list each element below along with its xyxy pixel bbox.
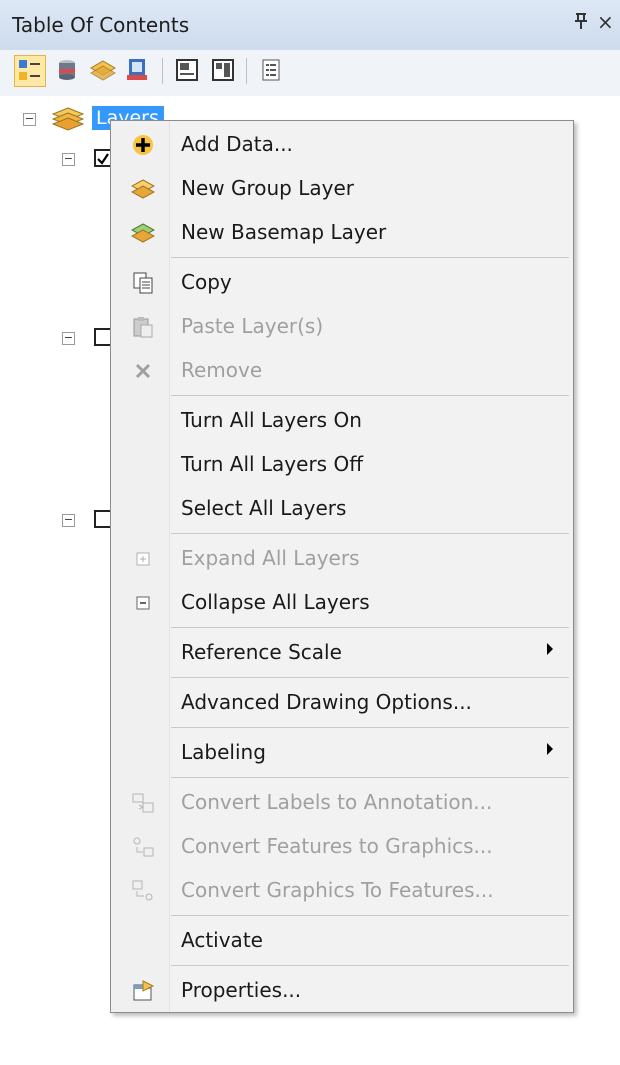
list-by-visibility-icon <box>90 60 116 81</box>
layer-1-toggle[interactable]: − <box>62 153 75 166</box>
menu-separator <box>171 533 569 534</box>
toolbar-separator <box>246 58 247 84</box>
layers-dataframe-icon <box>51 107 85 131</box>
expand-icon <box>131 547 155 571</box>
plus-icon <box>131 133 155 157</box>
menu-item-select-all-layers[interactable]: Select All Layers <box>111 489 573 529</box>
pin-icon[interactable] <box>573 12 589 35</box>
menu-item-new-basemap-layer[interactable]: New Basemap Layer <box>111 213 573 253</box>
menu-item-collapse-all-layers[interactable]: Collapse All Layers <box>111 583 573 623</box>
menu-separator <box>171 627 569 628</box>
menu-separator <box>171 777 569 778</box>
options-icon <box>176 59 198 81</box>
basemap-layer-icon <box>130 221 156 245</box>
menu-item-convert-graphics-to-features[interactable]: Convert Graphics To Features... <box>111 871 573 911</box>
menu-item-turn-all-layers-on[interactable]: Turn All Layers On <box>111 401 573 441</box>
menu-separator <box>171 727 569 728</box>
menu-item-expand-all-layers[interactable]: Expand All Layers <box>111 539 573 579</box>
close-icon[interactable]: × <box>597 10 614 34</box>
layer-2-toggle[interactable]: − <box>62 332 75 345</box>
convert-graphics-icon <box>131 879 155 903</box>
paste-icon <box>131 315 155 339</box>
properties-icon <box>131 979 155 1003</box>
window-title: Table Of Contents <box>12 13 190 37</box>
copy-icon <box>131 271 155 295</box>
menu-separator <box>171 915 569 916</box>
context-menu: Add Data... New Group Layer New Basemap … <box>110 120 574 1013</box>
menu-item-add-data[interactable]: Add Data... <box>111 125 573 165</box>
menu-item-remove[interactable]: Remove <box>111 351 573 391</box>
menu-item-copy[interactable]: Copy <box>111 263 573 303</box>
toolbar-separator <box>162 58 163 84</box>
list-by-source-icon <box>59 60 75 80</box>
options-button[interactable] <box>172 55 204 87</box>
menu-item-new-group-layer[interactable]: New Group Layer <box>111 169 573 209</box>
list-by-selection-button[interactable] <box>123 55 155 87</box>
list-view-button[interactable] <box>256 55 288 87</box>
menu-separator <box>171 965 569 966</box>
list-by-visibility-button[interactable] <box>88 55 120 87</box>
convert-labels-icon <box>131 791 155 815</box>
list-by-drawing-order-button[interactable] <box>14 55 46 87</box>
convert-features-icon <box>131 835 155 859</box>
menu-item-labeling[interactable]: Labeling <box>111 733 573 773</box>
menu-item-paste-layers[interactable]: Paste Layer(s) <box>111 307 573 347</box>
list-by-drawing-order-icon <box>19 60 40 80</box>
list-by-selection-icon <box>127 59 147 80</box>
menu-item-reference-scale[interactable]: Reference Scale <box>111 633 573 673</box>
menu-item-advanced-drawing-options[interactable]: Advanced Drawing Options... <box>111 683 573 723</box>
collapse-layers-toggle[interactable]: − <box>23 113 36 126</box>
menu-item-activate[interactable]: Activate <box>111 921 573 961</box>
collapse-icon <box>131 591 155 615</box>
layout-icon <box>212 59 234 81</box>
toc-title-bar: Table Of Contents × <box>0 0 620 50</box>
group-layer-icon <box>130 177 156 201</box>
list-icon <box>262 59 280 81</box>
menu-separator <box>171 677 569 678</box>
remove-icon <box>131 359 155 383</box>
submenu-arrow-icon <box>547 643 553 655</box>
menu-item-convert-features-to-graphics[interactable]: Convert Features to Graphics... <box>111 827 573 867</box>
menu-separator <box>171 395 569 396</box>
list-by-source-button[interactable] <box>52 55 84 87</box>
toc-toolbar <box>0 50 620 96</box>
menu-separator <box>171 257 569 258</box>
menu-item-convert-labels-to-annotation[interactable]: Convert Labels to Annotation... <box>111 783 573 823</box>
menu-item-properties[interactable]: Properties... <box>111 971 573 1011</box>
layer-3-toggle[interactable]: − <box>62 514 75 527</box>
layout-button[interactable] <box>208 55 240 87</box>
submenu-arrow-icon <box>547 743 553 755</box>
menu-item-turn-all-layers-off[interactable]: Turn All Layers Off <box>111 445 573 485</box>
